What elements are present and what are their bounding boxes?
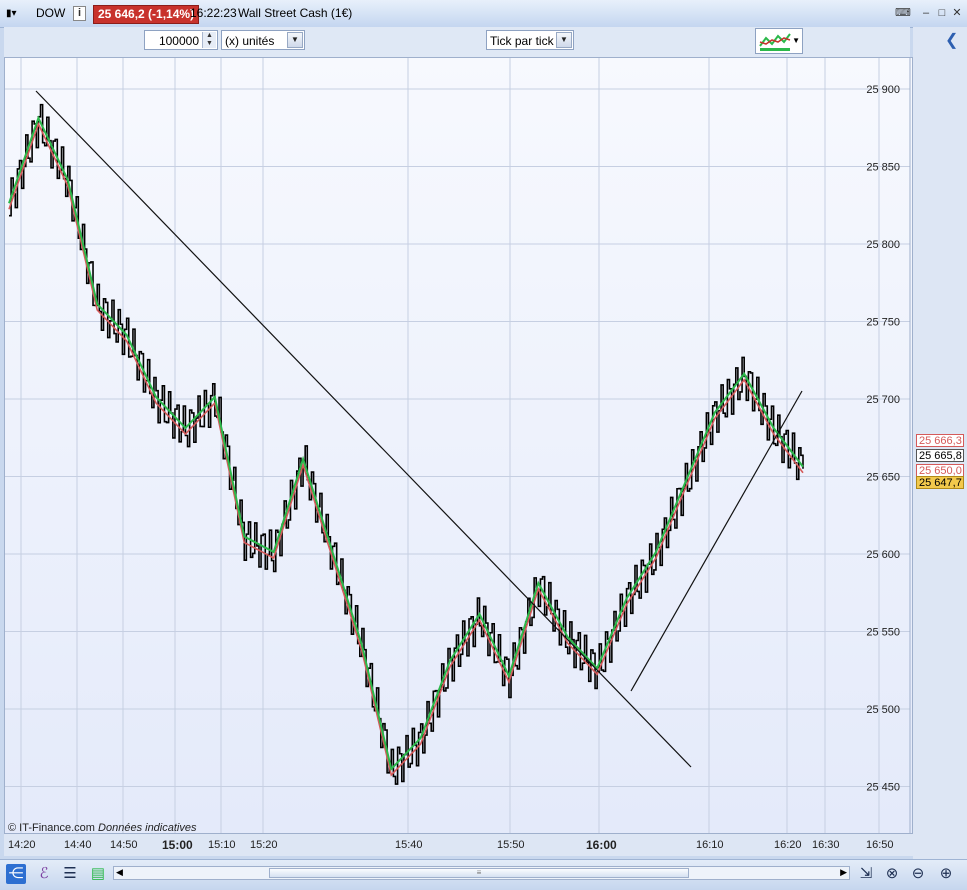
moving-average-red-line	[8, 121, 804, 777]
watermark-source: © IT-Finance.com	[8, 822, 95, 834]
scroll-right-icon[interactable]: ▶	[840, 867, 847, 878]
y-tick-label: 25 900	[866, 84, 900, 96]
reset-zoom-icon[interactable]: ⊗	[882, 864, 902, 884]
timeframe-value: Tick par tick	[490, 34, 554, 48]
price-badge: 25 646,2 (-1,14%)	[93, 5, 200, 24]
bottom-toolbar: ⋲ ℰ ☰ ▤ ◀ ≡ ▶ ⇲ ⊗ ⊖ ⊕	[0, 859, 967, 890]
chart-toolbar: 100000 ▲ ▼ (x) unités ▼ Tick par tick ▼ ▼	[4, 27, 910, 58]
maximize-icon[interactable]: □	[935, 6, 949, 20]
keyboard-icon[interactable]: ⌨	[895, 6, 911, 20]
symbol-label[interactable]: DOW	[36, 4, 65, 22]
y-tick-label: 25 500	[866, 704, 900, 716]
timeframe-select[interactable]: Tick par tick ▼	[486, 30, 574, 50]
zoom-out-icon[interactable]: ⊖	[908, 864, 928, 884]
price-tag-4: 25 647,7	[916, 476, 964, 489]
expand-panel-icon[interactable]: ❮	[945, 30, 958, 50]
x-tick-label: 15:40	[395, 839, 423, 851]
y-tick-label: 25 700	[866, 394, 900, 406]
x-tick-label: 16:30	[812, 839, 840, 851]
x-tick-label: 14:20	[8, 839, 36, 851]
chevron-down-icon[interactable]: ▼	[287, 32, 303, 48]
x-tick-label: 14:50	[110, 839, 138, 851]
y-tick-label: 25 450	[866, 782, 900, 794]
unit-select[interactable]: (x) unités ▼	[221, 30, 305, 50]
watermark: © IT-Finance.com Données indicatives	[8, 822, 196, 834]
watermark-note: Données indicatives	[98, 822, 197, 834]
info-icon[interactable]: i	[73, 6, 86, 21]
chevron-down-icon[interactable]: ▼	[556, 32, 572, 48]
x-tick-label: 16:10	[696, 839, 724, 851]
chart-area[interactable]: 25 900 25 850 25 800 25 750 25 700 25 650 25 6…	[4, 57, 913, 834]
minimize-icon[interactable]: –	[919, 6, 933, 20]
quantity-stepper[interactable]: ▲ ▼	[202, 32, 216, 48]
horizontal-scrollbar[interactable]: ◀ ≡ ▶	[113, 866, 850, 880]
clock-time: 16:22:23	[190, 6, 237, 20]
moving-average-green-line	[8, 115, 804, 772]
quantity-input[interactable]: 100000 ▲ ▼	[144, 30, 218, 50]
x-tick-label: 16:50	[866, 839, 894, 851]
y-tick-label: 25 600	[866, 549, 900, 561]
drawing-tool-icon[interactable]: ℰ	[34, 864, 54, 884]
zoom-in-icon[interactable]: ⊕	[936, 864, 956, 884]
x-tick-label: 15:00	[162, 838, 193, 852]
x-tick-label: 14:40	[64, 839, 92, 851]
price-chart[interactable]: 25 900 25 850 25 800 25 750 25 700 25 650 25 6…	[5, 58, 912, 833]
title-bar: ▮▾ DOW i 25 646,2 (-1,14%) 16:22:23 Wall…	[0, 0, 967, 28]
price-tag-1: 25 666,3	[916, 434, 964, 447]
y-tick-label: 25 750	[866, 317, 900, 329]
close-icon[interactable]: ✕	[950, 6, 964, 20]
y-tick-label: 25 850	[866, 162, 900, 174]
x-tick-label: 15:50	[497, 839, 525, 851]
x-tick-label: 16:20	[774, 839, 802, 851]
scroll-left-icon[interactable]: ◀	[116, 867, 123, 878]
x-tick-label: 15:10	[208, 839, 236, 851]
window-menu-icon[interactable]: ▮▾	[6, 5, 17, 23]
orders-icon[interactable]: ▤	[88, 864, 108, 884]
indicator-chart-icon	[759, 33, 791, 51]
x-tick-label: 15:20	[250, 839, 278, 851]
fit-icon[interactable]: ⇲	[856, 864, 876, 884]
share-icon[interactable]: ⋲	[6, 864, 26, 884]
x-axis: 14:20 14:40 14:50 15:00 15:10 15:20 15:40 15:50…	[4, 834, 913, 856]
price-series-line	[9, 103, 804, 785]
price-tag-2: 25 665,8	[916, 449, 964, 462]
scroll-thumb[interactable]: ≡	[269, 868, 689, 878]
indicators-button[interactable]: ▼	[755, 28, 803, 54]
quantity-value: 100000	[158, 34, 199, 48]
list-icon[interactable]: ☰	[60, 864, 80, 884]
instrument-name: Wall Street Cash (1€)	[238, 6, 353, 20]
x-tick-label: 16:00	[586, 838, 617, 852]
y-tick-label: 25 550	[866, 627, 900, 639]
unit-value: (x) unités	[225, 34, 275, 48]
y-tick-label: 25 650	[866, 472, 900, 484]
chevron-down-icon[interactable]: ▼	[792, 36, 800, 45]
y-tick-label: 25 800	[866, 239, 900, 251]
trendline-down[interactable]	[35, 90, 692, 768]
